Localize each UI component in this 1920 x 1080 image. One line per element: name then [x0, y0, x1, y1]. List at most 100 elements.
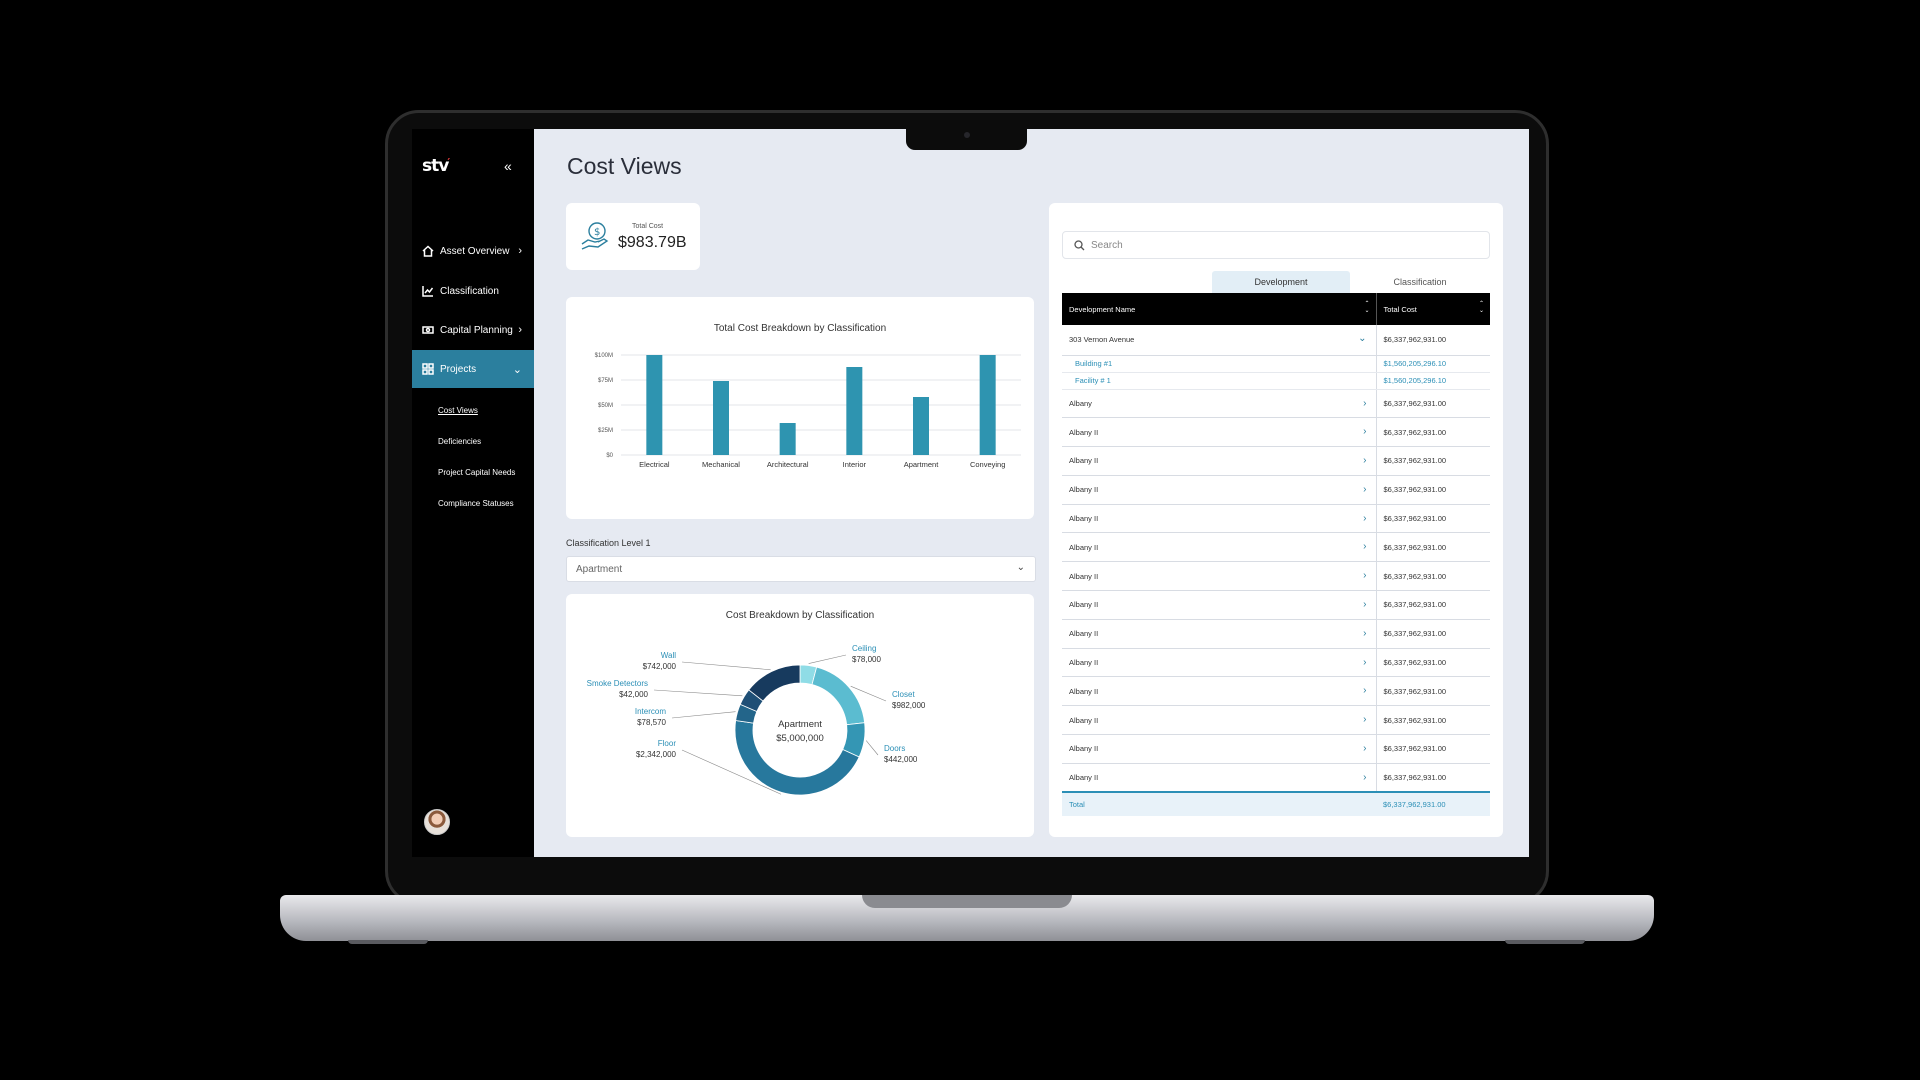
sidebar-item-label: Asset Overview: [440, 245, 510, 257]
sub-item-project-capital-needs[interactable]: Project Capital Needs: [438, 468, 515, 477]
chevron-right-icon[interactable]: ›: [1363, 513, 1366, 524]
avatar[interactable]: [424, 809, 450, 835]
chevron-right-icon[interactable]: ›: [1363, 685, 1366, 696]
table-row[interactable]: Albany II › $6,337,962,931.00: [1062, 705, 1490, 736]
leader-line: [671, 711, 736, 719]
chevron-right-icon[interactable]: ›: [1363, 628, 1366, 639]
leader-line: [681, 661, 771, 671]
sidebar-item-asset-overview[interactable]: Asset Overview ›: [412, 232, 534, 270]
table-row[interactable]: Albany II › $6,337,962,931.00: [1062, 504, 1490, 534]
tab-classification[interactable]: Classification: [1351, 271, 1489, 293]
chevron-down-icon[interactable]: ⌄: [1358, 333, 1366, 344]
cell-name: Facility # 1: [1062, 372, 1377, 390]
sidebar-item-projects[interactable]: Projects ⌄: [412, 350, 534, 388]
table-child-row[interactable]: Facility # 1 $1,560,205,296.10: [1062, 372, 1490, 390]
cell-cost: $6,337,962,931.00: [1376, 705, 1490, 736]
cell-name: Albany II ›: [1062, 561, 1377, 592]
chevron-right-icon[interactable]: ›: [1363, 426, 1366, 437]
bar[interactable]: [913, 397, 929, 455]
table-row[interactable]: Albany II › $6,337,962,931.00: [1062, 561, 1490, 592]
sidebar-item-capital-planning[interactable]: Capital Planning ›: [412, 311, 534, 349]
sort-icon[interactable]: ⌃ ⌄: [1479, 301, 1484, 315]
row-name: Albany II: [1069, 600, 1099, 610]
sidebar-item-label: Capital Planning: [440, 324, 513, 336]
slice-label: Closet: [892, 690, 915, 699]
y-tick-label: $0: [606, 453, 613, 459]
cell-cost: $6,337,962,931.00: [1376, 475, 1490, 505]
cell-name: Albany II ›: [1062, 619, 1377, 649]
row-name: Albany II: [1069, 514, 1099, 524]
column-header-total-cost[interactable]: Total Cost ⌃ ⌄: [1376, 293, 1490, 325]
column-header-development-name[interactable]: Development Name ⌃ ⌄: [1062, 293, 1377, 325]
leader-line: [865, 740, 879, 756]
chevron-right-icon[interactable]: ›: [1363, 743, 1366, 754]
row-name: Albany II: [1069, 456, 1099, 466]
sub-item-compliance-statuses[interactable]: Compliance Statuses: [438, 499, 514, 508]
collapse-sidebar-icon[interactable]: «: [504, 158, 512, 174]
bar-chart-card: Total Cost Breakdown by Classification $…: [566, 297, 1034, 519]
chevron-right-icon[interactable]: ›: [1363, 398, 1366, 409]
table-row[interactable]: Albany II › $6,337,962,931.00: [1062, 648, 1490, 678]
table-row[interactable]: Albany II › $6,337,962,931.00: [1062, 619, 1490, 649]
search-input[interactable]: Search: [1062, 231, 1490, 259]
slice-value: $742,000: [643, 662, 677, 671]
cell-name: Albany II ›: [1062, 446, 1377, 476]
bar[interactable]: [646, 355, 663, 455]
chevron-right-icon[interactable]: ›: [1363, 714, 1366, 725]
table-row[interactable]: Albany II › $6,337,962,931.00: [1062, 734, 1490, 764]
row-name: 303 Vernon Avenue: [1069, 335, 1135, 345]
classification-level-select[interactable]: Apartment ⌄: [566, 556, 1036, 582]
table-row[interactable]: Albany II › $6,337,962,931.00: [1062, 532, 1490, 563]
chevron-right-icon[interactable]: ›: [1363, 570, 1366, 581]
sidebar-item-label: Classification: [440, 285, 499, 297]
y-tick-label: $75M: [598, 378, 613, 384]
sort-icon[interactable]: ⌃ ⌄: [1364, 301, 1369, 315]
cell-cost: $6,337,962,931.00: [1376, 532, 1490, 563]
cell-name: Albany II ›: [1062, 648, 1377, 678]
cell-name: Albany II ›: [1062, 504, 1377, 534]
cell-cost: $6,337,962,931.00: [1376, 619, 1490, 649]
chevron-right-icon[interactable]: ›: [1363, 541, 1366, 552]
chevron-right-icon[interactable]: ›: [1363, 772, 1366, 783]
tab-development[interactable]: Development: [1212, 271, 1350, 293]
cell-cost: $6,337,962,931.00: [1376, 561, 1490, 592]
sub-item-deficiencies[interactable]: Deficiencies: [438, 437, 481, 446]
sidebar-item-classification[interactable]: Classification: [412, 272, 534, 310]
table-row[interactable]: Albany › $6,337,962,931.00: [1062, 389, 1490, 419]
chevron-down-icon: ⌄: [512, 363, 522, 376]
cell-name: Albany II ›: [1062, 734, 1377, 764]
cell-cost: $6,337,962,931.00: [1376, 446, 1490, 476]
bar[interactable]: [713, 381, 729, 455]
table-child-row[interactable]: Building #1 $1,560,205,296.10: [1062, 355, 1490, 373]
chevron-right-icon[interactable]: ›: [1363, 455, 1366, 466]
cell-cost: $6,337,962,931.00: [1376, 504, 1490, 534]
donut-center-label: Apartment: [778, 719, 822, 730]
table-total-row: Total $6,337,962,931.00: [1062, 791, 1490, 817]
donut-slice[interactable]: [811, 666, 866, 726]
sidebar: stv′ « Asset Overview › Classification C…: [412, 129, 534, 857]
table-row[interactable]: Albany II › $6,337,962,931.00: [1062, 676, 1490, 707]
table-row[interactable]: Albany II › $6,337,962,931.00: [1062, 446, 1490, 476]
donut-slice[interactable]: [734, 720, 860, 796]
bar[interactable]: [979, 355, 996, 455]
donut-slice[interactable]: [748, 664, 801, 702]
table-row[interactable]: Albany II › $6,337,962,931.00: [1062, 417, 1490, 448]
laptop-base-notch: [862, 895, 1072, 908]
sub-item-cost-views[interactable]: Cost Views: [438, 406, 478, 415]
table-row[interactable]: Albany II › $6,337,962,931.00: [1062, 763, 1490, 793]
slice-value: $442,000: [884, 755, 918, 764]
chevron-right-icon[interactable]: ›: [1363, 484, 1366, 495]
row-name: Albany II: [1069, 485, 1099, 495]
table-row-expanded[interactable]: 303 Vernon Avenue ⌄ $6,337,962,931.00: [1062, 325, 1490, 356]
row-name: Albany: [1069, 398, 1092, 408]
chevron-right-icon[interactable]: ›: [1363, 657, 1366, 668]
cell-name: Albany II ›: [1062, 475, 1377, 505]
chevron-right-icon[interactable]: ›: [1363, 599, 1366, 610]
table-row[interactable]: Albany II › $6,337,962,931.00: [1062, 475, 1490, 505]
table-row[interactable]: Albany II › $6,337,962,931.00: [1062, 590, 1490, 620]
laptop-foot: [1505, 940, 1585, 944]
row-name: Albany II: [1069, 571, 1099, 581]
row-name: Albany II: [1069, 658, 1099, 668]
bar[interactable]: [846, 367, 863, 455]
bar[interactable]: [779, 423, 796, 455]
